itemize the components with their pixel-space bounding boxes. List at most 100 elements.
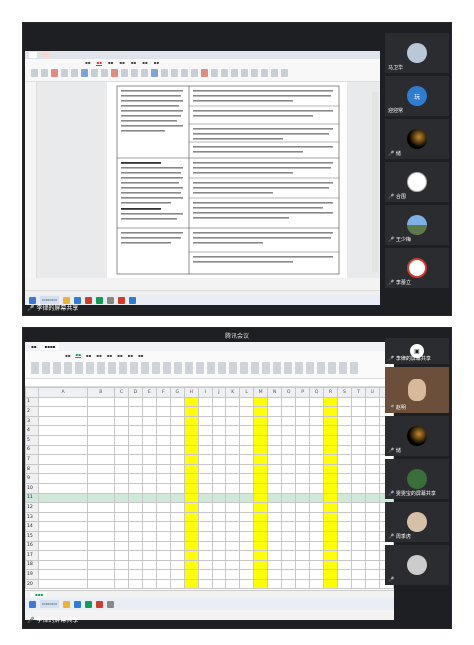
cell[interactable]	[197, 502, 213, 513]
cell[interactable]	[364, 502, 380, 513]
cell[interactable]	[239, 559, 255, 571]
cell[interactable]	[267, 406, 283, 417]
cell[interactable]	[127, 454, 143, 465]
column-header[interactable]: D	[127, 387, 143, 398]
cell[interactable]	[350, 540, 366, 552]
toolbar-icon[interactable]	[201, 69, 208, 77]
menu-item[interactable]: ▪▪	[108, 60, 113, 65]
participant-tile[interactable]: 玩 迎迎常	[385, 76, 449, 116]
cell[interactable]	[155, 578, 171, 590]
cell[interactable]	[197, 559, 213, 571]
cell[interactable]	[169, 463, 185, 475]
cell[interactable]	[239, 521, 255, 532]
row-header[interactable]: 18	[25, 559, 40, 571]
cell[interactable]	[141, 511, 157, 523]
cell[interactable]	[113, 473, 129, 484]
participant-tile[interactable]: 🎤 储	[385, 416, 449, 456]
cell[interactable]	[295, 578, 311, 590]
cell[interactable]	[309, 454, 325, 465]
toolbar-icon[interactable]	[42, 362, 50, 374]
cell[interactable]	[337, 569, 352, 580]
home-tab[interactable]: ▪▪	[31, 344, 36, 349]
cell[interactable]	[113, 502, 129, 513]
cell[interactable]	[183, 569, 199, 580]
cell[interactable]	[127, 406, 143, 417]
row-header[interactable]: 16	[25, 540, 40, 552]
cell[interactable]	[113, 521, 129, 532]
cell[interactable]	[197, 530, 213, 542]
row-header[interactable]: 5	[25, 434, 40, 446]
cell[interactable]	[155, 492, 171, 504]
cell[interactable]	[197, 569, 213, 580]
cell[interactable]	[141, 482, 157, 494]
menu-item[interactable]: ▪▪	[75, 352, 81, 358]
table-row[interactable]: 14	[25, 521, 394, 532]
participant-tile[interactable]: ▣ 🎤 李律的屏幕共享	[385, 338, 449, 364]
cell[interactable]	[323, 492, 339, 504]
cell[interactable]	[364, 550, 380, 561]
toolbar-icon[interactable]	[240, 362, 248, 374]
cell[interactable]	[253, 482, 269, 494]
cell[interactable]	[323, 569, 339, 580]
cell[interactable]	[127, 578, 143, 590]
cell[interactable]	[169, 406, 185, 417]
table-row[interactable]: 20	[25, 578, 394, 590]
cell[interactable]	[309, 425, 325, 436]
cell[interactable]	[225, 511, 241, 523]
cell[interactable]	[337, 406, 352, 417]
row-header[interactable]: 20	[25, 578, 40, 590]
row-header[interactable]: 2	[25, 406, 40, 417]
cell[interactable]	[267, 569, 283, 580]
cell[interactable]	[211, 540, 227, 552]
participant-tile[interactable]: 马卫华	[385, 33, 449, 73]
cell[interactable]	[169, 540, 185, 552]
cell[interactable]	[281, 492, 297, 504]
cell[interactable]	[281, 550, 297, 561]
cell[interactable]	[337, 502, 352, 513]
column-header[interactable]: S	[337, 387, 352, 398]
column-header[interactable]: U	[364, 387, 380, 398]
toolbar-icon[interactable]	[231, 69, 238, 77]
cell[interactable]	[86, 530, 115, 542]
cell[interactable]	[225, 463, 241, 475]
cell[interactable]	[281, 473, 297, 484]
participant-tile[interactable]: 🎤 储	[385, 119, 449, 159]
toolbar-icon[interactable]	[328, 362, 336, 374]
menu-item[interactable]: ▪▪	[65, 353, 70, 358]
cell[interactable]	[197, 444, 213, 456]
cell[interactable]	[295, 434, 311, 446]
column-header[interactable]: H	[183, 387, 199, 398]
cell[interactable]	[211, 492, 227, 504]
cell[interactable]	[253, 454, 269, 465]
cell[interactable]	[141, 550, 157, 561]
row-header[interactable]: 13	[25, 511, 40, 523]
cell[interactable]	[225, 521, 241, 532]
table-row[interactable]: 10	[25, 482, 394, 494]
cell[interactable]	[169, 434, 185, 446]
cell[interactable]	[323, 559, 339, 571]
cell[interactable]	[364, 511, 380, 523]
table-row[interactable]: 11	[25, 492, 394, 504]
toolbar-icon[interactable]	[91, 69, 98, 77]
toolbar-icon[interactable]	[196, 362, 204, 374]
cell[interactable]	[38, 482, 88, 494]
toolbar-icon[interactable]	[174, 362, 182, 374]
toolbar-icon[interactable]	[261, 69, 268, 77]
toolbar-icon[interactable]	[273, 362, 281, 374]
cell[interactable]	[239, 540, 255, 552]
cell[interactable]	[197, 473, 213, 484]
toolbar-icon[interactable]	[229, 362, 237, 374]
menu-item[interactable]: ▪▪	[138, 353, 143, 358]
cell[interactable]	[155, 473, 171, 484]
spreadsheet-grid[interactable]: ABCDEFGHIJKLMNOPQRSTUV 12345678910111213…	[25, 387, 394, 590]
table-row[interactable]: 4	[25, 425, 394, 436]
cell[interactable]	[183, 492, 199, 504]
cell[interactable]	[253, 578, 269, 590]
cell[interactable]	[86, 434, 115, 446]
document-page[interactable]	[107, 82, 347, 278]
cell[interactable]	[225, 502, 241, 513]
cell[interactable]	[323, 521, 339, 532]
column-header[interactable]: T	[350, 387, 366, 398]
cell[interactable]	[323, 406, 339, 417]
cell[interactable]	[169, 396, 185, 408]
